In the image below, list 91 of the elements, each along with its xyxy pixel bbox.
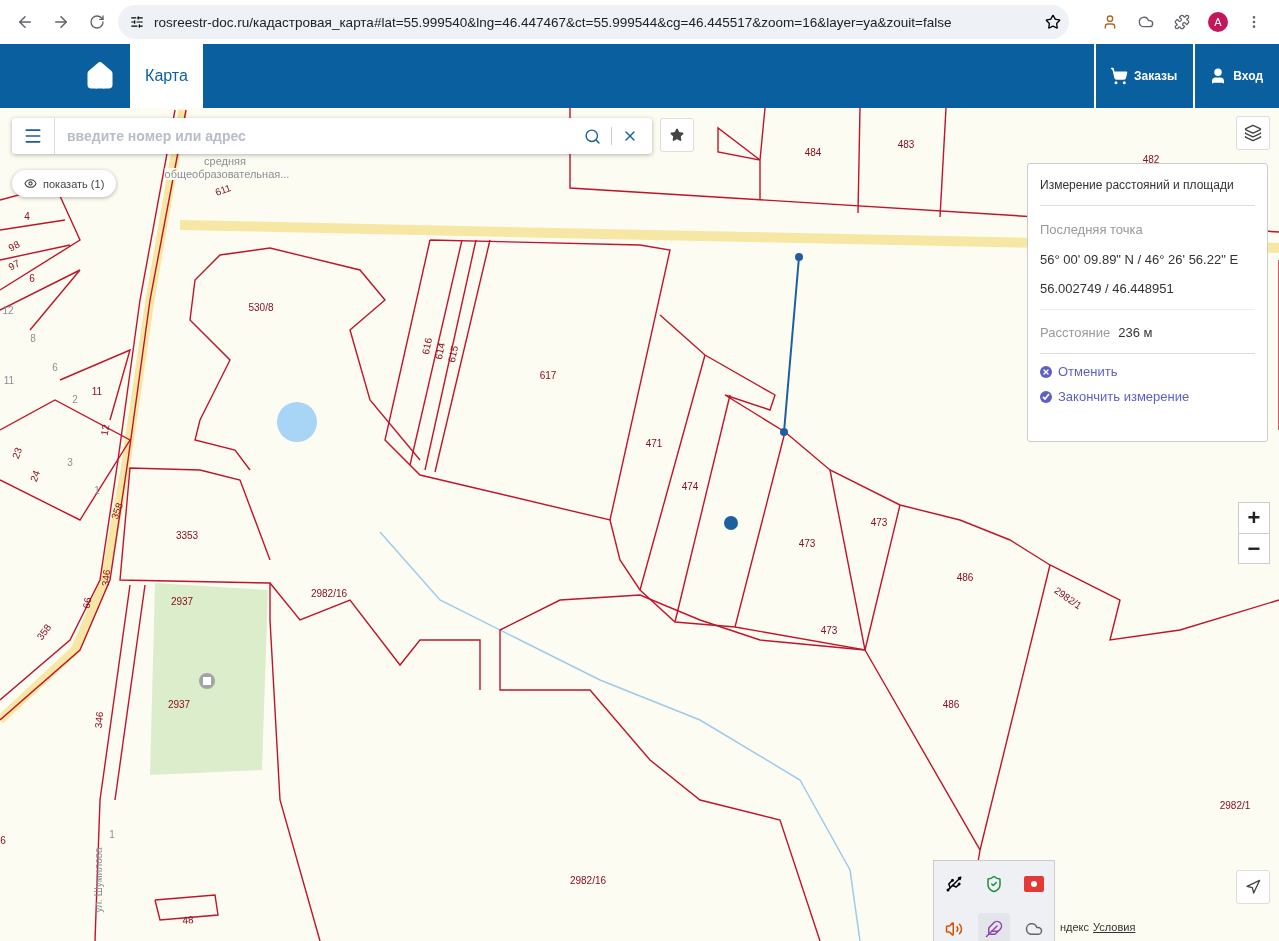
parcel-number: 12 <box>98 423 112 437</box>
parcel-number: 98 <box>6 238 22 254</box>
parcel-number: 2982/16 <box>310 587 348 599</box>
puzzle-icon[interactable] <box>1174 14 1190 30</box>
parcel-number: 483 <box>897 138 915 150</box>
house-number: 11 <box>3 374 15 386</box>
parcel-number: 471 <box>645 437 663 449</box>
usb-icon[interactable] <box>945 874 963 893</box>
layers-icon[interactable] <box>1244 124 1262 142</box>
address-bar[interactable]: rosreestr-doc.ru/кадастровая_карта#lat=55.999540&lng=46.447467&ct=55.999544&cg=46.445517&zoom=16&layer=ya&zouit=false <box>118 5 1069 39</box>
house-number: 12 <box>2 304 14 316</box>
bookmark-star-icon[interactable] <box>1045 14 1061 30</box>
poi-label: общеобразовательная... <box>164 168 290 180</box>
parcel-number: 358 <box>109 501 125 521</box>
parcel-number: 66 <box>80 596 94 610</box>
attribution-text: ндекс <box>1060 921 1090 933</box>
site-settings-icon[interactable] <box>130 15 144 29</box>
parcel-number: 2982/16 <box>569 874 607 886</box>
panel-title: Измерение расстояний и площади <box>1040 164 1255 206</box>
distance-label: Расстояние <box>1040 325 1111 340</box>
parcel-number: 24 <box>27 468 43 484</box>
parcel-number: 614 <box>432 341 448 361</box>
profile-button[interactable]: A <box>1203 7 1233 37</box>
menu-icon[interactable] <box>23 126 43 146</box>
parcel-number: 11 <box>91 385 103 397</box>
finish-link[interactable]: Закончить измерение <box>1040 389 1255 404</box>
check-icon[interactable] <box>1040 390 1052 403</box>
parcel-number: 6 <box>29 272 35 284</box>
coordinates-decimal: 56.002749 / 46.448951 <box>1040 280 1175 296</box>
parcel-number: 6 <box>0 834 6 846</box>
forward-arrow-icon[interactable] <box>52 13 70 31</box>
parcel-number: 346 <box>99 569 113 587</box>
coordinates-dms: 56° 00' 09.89" N / 46° 26' 56.22" E <box>1040 251 1240 267</box>
navigation-arrow-icon[interactable] <box>1245 879 1261 895</box>
feather-icon[interactable] <box>985 919 1003 938</box>
reload-icon[interactable] <box>89 14 105 30</box>
house-number: 1 <box>94 484 100 496</box>
show-button[interactable]: показать (1) <box>12 170 117 197</box>
parcel-number: 473 <box>820 624 838 636</box>
cancel-icon[interactable] <box>1040 365 1052 378</box>
parcel-number: 4 <box>24 210 30 222</box>
parcel-number: 23 <box>9 445 25 461</box>
parcel-number: 97 <box>6 257 22 273</box>
parcel-number: 615 <box>445 344 461 364</box>
cart-icon[interactable] <box>1110 67 1129 85</box>
measure-point[interactable] <box>780 428 788 436</box>
person-icon[interactable] <box>1102 14 1118 30</box>
speaker-icon[interactable] <box>945 919 963 938</box>
parcel-number: 3353 <box>175 529 199 541</box>
terms-link[interactable]: Условия <box>1093 921 1136 933</box>
distance-value: 236 м <box>1118 325 1153 340</box>
cancel-link[interactable]: Отменить <box>1040 364 1255 379</box>
parcel-number: 346 <box>92 711 106 729</box>
house-number: 1 <box>109 828 115 840</box>
cloud-icon[interactable] <box>1138 14 1154 30</box>
eye-icon <box>24 177 37 190</box>
favorites-button[interactable] <box>660 118 694 152</box>
parcel-number: 2982/1 <box>1219 799 1251 811</box>
layers-button[interactable] <box>1236 116 1270 150</box>
house-number: 3 <box>67 456 73 468</box>
parcel-number: 474 <box>681 480 699 492</box>
house-number: 8 <box>30 332 36 344</box>
parcel-number: 473 <box>798 537 816 549</box>
home-icon[interactable] <box>85 61 115 91</box>
measure-point[interactable] <box>795 253 803 261</box>
nav-tab[interactable]: Карта <box>130 44 203 108</box>
shield-icon[interactable] <box>985 874 1003 893</box>
navigate-button[interactable] <box>1236 870 1270 904</box>
parcel-number: 617 <box>539 369 557 381</box>
parcel-number: 611 <box>213 182 233 198</box>
monument-icon <box>199 673 215 689</box>
parcel-number: 482 <box>1142 153 1160 165</box>
house-number: 6 <box>52 361 58 373</box>
parcel-number: 486 <box>956 571 974 583</box>
street-label: ул. Шумилова <box>92 847 104 913</box>
parcel-number: 48 <box>182 914 194 926</box>
star-icon[interactable] <box>670 128 684 142</box>
last-point-label: Последняя точка <box>1040 222 1143 237</box>
parcel-number: 616 <box>419 336 435 356</box>
parcel-number: 530/8 <box>248 301 274 313</box>
search-field[interactable]: введите номер или адрес <box>12 118 652 154</box>
parcel-number: 484 <box>804 146 822 158</box>
parcel-number: 2937 <box>167 698 191 710</box>
parcel-number: 486 <box>942 698 960 710</box>
feather-icon[interactable] <box>978 912 1010 941</box>
parcel-number: 473 <box>870 516 888 528</box>
parcel-number: 358 <box>34 622 54 642</box>
search-icon[interactable] <box>584 127 601 145</box>
location-marker <box>724 516 738 530</box>
parcel-number: 2937 <box>170 595 194 607</box>
house-number: 2 <box>72 393 78 405</box>
